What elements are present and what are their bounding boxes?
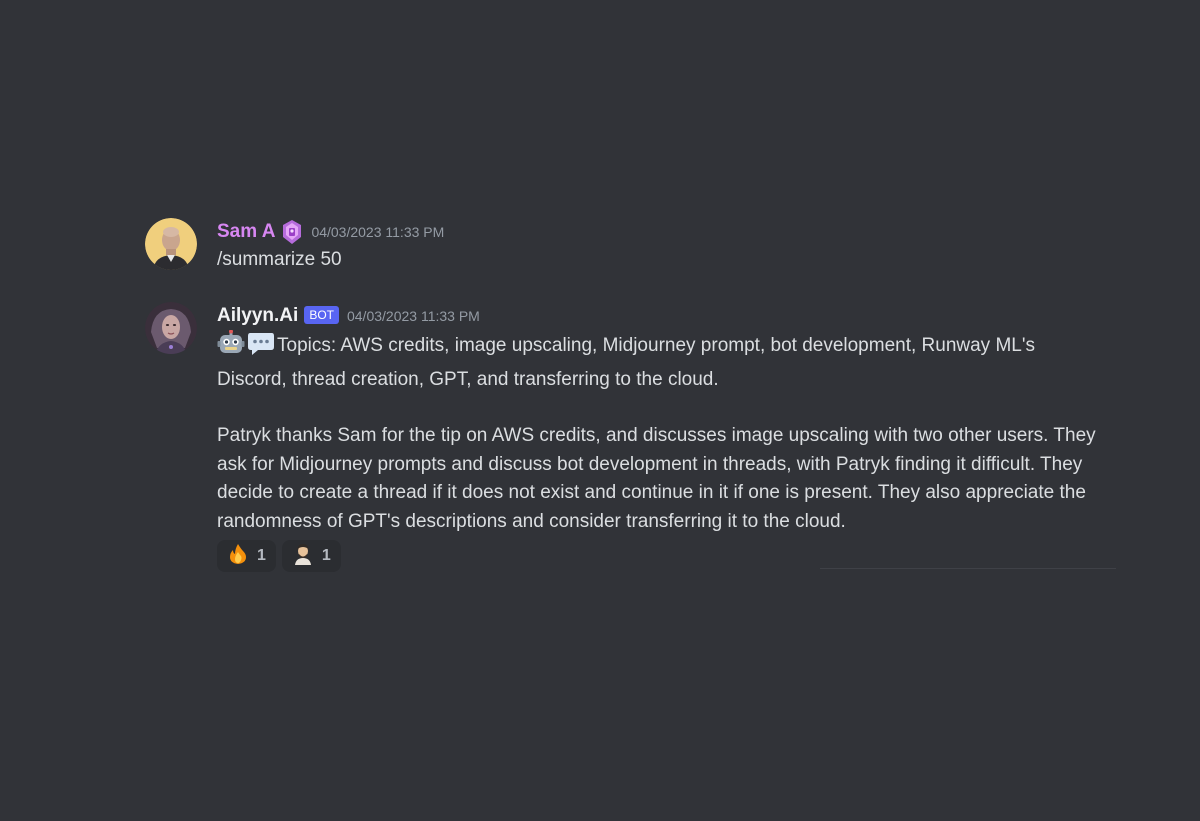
reaction-count: 1 [257,547,266,564]
summary-text: Patryk thanks Sam for the tip on AWS cre… [217,425,1096,532]
topics-text: Topics: AWS credits, image upscaling, Mi… [217,335,1035,390]
timestamp: 04/03/2023 11:33 PM [346,308,480,324]
message-body: Topics: AWS credits, image upscaling, Mi… [217,329,1105,536]
topics-line: Topics: AWS credits, image upscaling, Mi… [217,329,1105,394]
username[interactable]: Sam A [217,221,275,243]
username[interactable]: Ailyyn.Ai [217,305,298,327]
message-bot: Ailyyn.Ai BOT 04/03/2023 11:33 PM Topics… [145,302,1105,572]
divider [820,568,1116,569]
reaction-count: 1 [321,547,331,564]
bot-tag: BOT [304,306,339,324]
fire-emoji-icon [227,543,249,570]
reaction-person[interactable]: 1 [281,540,341,572]
message-sam: Sam A 04/03/2023 11:33 PM /summarize 50 [145,218,1105,275]
message-header: Ailyyn.Ai BOT 04/03/2023 11:33 PM [217,302,1105,330]
message-text: /summarize 50 [217,249,342,270]
person-emoji-icon [292,543,314,570]
message-header: Sam A 04/03/2023 11:33 PM [217,218,1105,246]
reaction-fire[interactable]: 1 [217,540,276,572]
avatar-sam[interactable] [145,218,197,270]
robot-emoji-icon [217,329,245,366]
timestamp: 04/03/2023 11:33 PM [311,224,445,240]
gem-badge-icon[interactable] [281,219,303,245]
speech-bubble-icon [247,330,275,366]
avatar-bot[interactable] [145,302,197,354]
